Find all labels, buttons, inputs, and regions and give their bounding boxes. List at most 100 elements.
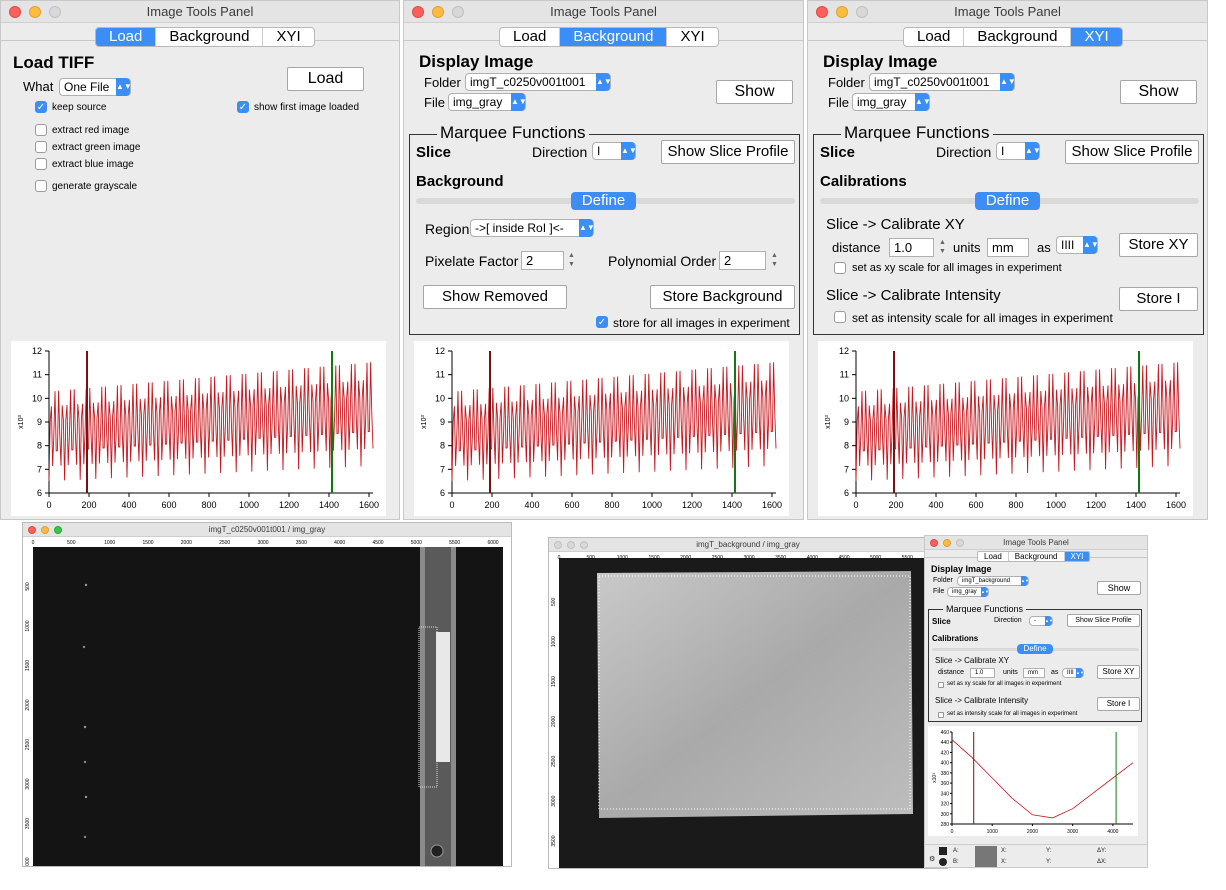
as-label: as [1037,240,1051,255]
show-slice-profile-button[interactable]: Show Slice Profile [661,140,795,164]
tab-load[interactable]: Load [96,28,157,46]
distance-input[interactable]: 1.0 [970,668,995,678]
top-ruler-label: 2000 [680,555,691,561]
minimize-icon[interactable] [836,6,848,18]
zoom-icon[interactable] [856,6,868,18]
store-i-button[interactable]: Store I [1119,287,1198,311]
tab-xyi[interactable]: XYI [667,28,717,46]
y-tick-label: 10 [839,393,849,403]
file-label: File [828,95,849,110]
store-background-button[interactable]: Store Background [650,285,795,309]
define-button[interactable]: Define [571,192,636,210]
cursor-a-icon[interactable] [939,847,947,855]
store-xy-button[interactable]: Store XY [1119,233,1198,257]
units-input[interactable]: mm [987,238,1029,257]
image-canvas[interactable]: 0 500 1000 1500 2000 2500 3000 3500 4000 4500 5000… [549,552,948,869]
pixelate-stepper[interactable]: ▲ ▼ [567,251,576,269]
show-removed-button[interactable]: Show Removed [423,285,567,309]
title-bar[interactable]: imgT_c0250v001t001 / img_gray [23,523,511,537]
close-icon[interactable] [930,539,938,547]
as-select[interactable]: IIII ▲▼ [1056,236,1099,254]
poly-stepper[interactable]: ▲ ▼ [770,251,779,269]
direction-select[interactable]: I ▲▼ [996,142,1041,160]
minimize-icon[interactable] [432,6,444,18]
show-button[interactable]: Show [1097,581,1141,595]
direction-select[interactable]: - ▲▼ [1029,616,1053,626]
extract-blue-checkbox[interactable] [35,158,47,170]
store-xy-button[interactable]: Store XY [1097,665,1140,679]
tab-background[interactable]: Background [560,28,668,46]
tab-xyi[interactable]: XYI [1064,552,1090,561]
minimize-icon[interactable] [943,539,951,547]
poly-input[interactable]: 2 [719,251,766,270]
title-bar[interactable]: Image Tools Panel [1,1,399,23]
title-bar[interactable]: Image Tools Panel [925,536,1147,550]
show-slice-profile-button[interactable]: Show Slice Profile [1065,140,1199,164]
store-i-button[interactable]: Store I [1097,697,1140,711]
zoom-icon[interactable] [956,539,964,547]
define-button[interactable]: Define [975,192,1040,210]
image-canvas[interactable]: 0 500 1000 1500 2000 2500 3000 3500 4000 4500 5000… [23,537,512,867]
folder-select[interactable]: imgT_c0250v001t001 ▲▼ [465,73,612,91]
tab-background[interactable]: Background [156,28,264,46]
load-button[interactable]: Load [287,67,364,91]
cursor-b-icon[interactable] [939,858,947,866]
direction-select[interactable]: I ▲▼ [592,142,637,160]
as-select[interactable]: IIII ▲▼ [1062,668,1084,678]
zoom-icon[interactable] [54,526,62,534]
y-tick-label: 460 [941,730,950,736]
distance-input[interactable]: 1.0 [889,238,934,257]
zoom-icon[interactable] [49,6,61,18]
zoom-icon[interactable] [580,541,588,549]
tab-xyi[interactable]: XYI [263,28,313,46]
close-icon[interactable] [816,6,828,18]
close-icon[interactable] [9,6,21,18]
minimize-icon[interactable] [41,526,49,534]
gear-icon[interactable]: ⚙ [929,855,935,863]
xy-all-checkbox[interactable] [834,262,846,274]
tab-background[interactable]: Background [1009,552,1065,561]
tab-load[interactable]: Load [500,28,561,46]
extract-red-checkbox[interactable] [35,124,47,136]
x-tick-label: 200 [888,500,903,510]
extract-green-checkbox[interactable] [35,141,47,153]
file-select[interactable]: img_gray ▲▼ [448,93,527,111]
keep-source-checkbox[interactable]: ✓ [35,101,47,113]
tab-xyi[interactable]: XYI [1071,28,1122,46]
tab-load[interactable]: Load [904,28,965,46]
title-bar[interactable]: Image Tools Panel [404,1,803,23]
units-input[interactable]: mm [1023,668,1045,678]
close-icon[interactable] [28,526,36,534]
close-icon[interactable] [554,541,562,549]
folder-select[interactable]: imgT_background ▲▼ [957,576,1029,586]
file-select[interactable]: img_gray ▲▼ [947,587,989,597]
show-button[interactable]: Show [716,80,793,104]
zoom-icon[interactable] [452,6,464,18]
folder-select[interactable]: imgT_c0250v001t001 ▲▼ [869,73,1016,91]
tab-background[interactable]: Background [964,28,1072,46]
show-button[interactable]: Show [1120,80,1197,104]
poly-label: Polynomial Order [608,253,717,269]
tab-load[interactable]: Load [978,552,1009,561]
i-all-checkbox[interactable] [834,311,846,323]
pixelate-input[interactable]: 2 [521,251,564,270]
i-all-checkbox[interactable] [938,712,944,718]
generate-grayscale-checkbox[interactable] [35,180,47,192]
i-all-label: set as intensity scale for all images in… [947,711,1078,717]
left-ruler-label: 500 [25,582,31,591]
minimize-icon[interactable] [29,6,41,18]
region-select[interactable]: ->[ inside RoI ]<- ▲▼ [470,219,595,237]
what-select[interactable]: One File ▲▼ [59,78,132,96]
close-icon[interactable] [412,6,424,18]
show-first-image-checkbox[interactable]: ✓ [237,101,249,113]
define-button[interactable]: Define [1017,644,1053,654]
title-bar[interactable]: Image Tools Panel [808,1,1207,23]
minimize-icon[interactable] [567,541,575,549]
title-bar[interactable]: imgT_background / img_gray [549,538,947,552]
xy-all-checkbox[interactable] [938,682,944,688]
show-slice-profile-button[interactable]: Show Slice Profile [1067,614,1140,627]
file-select[interactable]: img_gray ▲▼ [852,93,931,111]
x-tick-label: 200 [81,500,96,510]
distance-stepper[interactable]: ▲ ▼ [938,238,947,256]
store-all-checkbox[interactable]: ✓ [596,316,608,328]
